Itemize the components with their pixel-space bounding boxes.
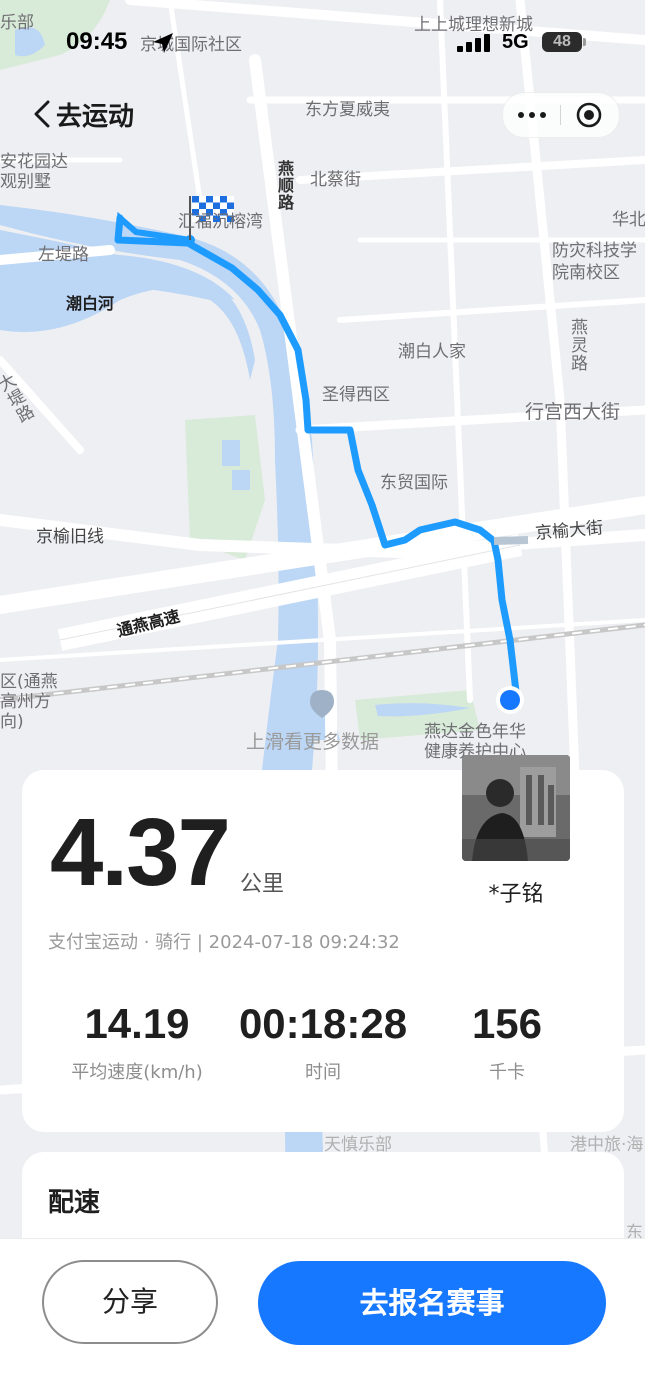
pace-title: 配速: [48, 1188, 101, 1218]
signal-icon: [457, 34, 490, 52]
map-label: 燕灵路: [567, 318, 587, 372]
battery-icon: 48: [542, 32, 582, 52]
time-value: 00:18:28: [238, 1000, 408, 1047]
avatar[interactable]: [462, 755, 570, 861]
target-icon: [576, 102, 602, 128]
bottom-action-bar: 分享 去报名赛事: [0, 1238, 645, 1399]
map-label: 行宫西大街: [525, 401, 621, 423]
map-label: 左堤路: [38, 245, 89, 265]
stat-calories: 156 千卡: [442, 1000, 572, 1084]
map-label: 潮白人家: [398, 342, 466, 362]
more-icon: [518, 112, 546, 118]
map-label: 区(通燕高州方向): [0, 672, 58, 732]
map-label: 潮白河: [66, 294, 115, 313]
battery-level: 48: [553, 33, 571, 50]
map-label: 东方夏威夷: [305, 100, 390, 120]
distance-value: 4.37: [50, 799, 231, 906]
map-label: 北蔡街: [310, 170, 361, 190]
map-label: 安花园达观别墅: [0, 152, 68, 192]
distance-unit: 公里: [240, 872, 285, 897]
avatar-image: [462, 755, 570, 861]
battery-cap: [583, 38, 586, 46]
chevron-left-icon: [34, 100, 50, 128]
map-label: 燕顺路: [275, 160, 294, 211]
map-label: 华北: [612, 210, 645, 230]
map-label: 东贸国际: [380, 473, 448, 493]
status-bar: 09:45 5G 48: [0, 0, 645, 90]
user-name: *子铭: [488, 882, 544, 907]
time-label: 时间: [305, 1062, 341, 1083]
more-button[interactable]: [503, 93, 560, 137]
stat-time: 00:18:28 时间: [228, 1000, 418, 1084]
speed-label: 平均速度(km/h): [71, 1062, 203, 1083]
workout-meta: 支付宝运动 · 骑行 | 2024-07-18 09:24:32: [48, 932, 400, 953]
calories-label: 千卡: [489, 1062, 525, 1083]
mini-app-capsule: [502, 92, 620, 138]
map-label: 防灾科技学院南校区: [552, 241, 637, 283]
calories-value: 156: [471, 1000, 543, 1047]
map-label: 汇福沉榕湾: [178, 212, 263, 232]
share-button[interactable]: 分享: [42, 1260, 218, 1344]
page-title: 去运动: [56, 102, 135, 132]
close-miniapp-button[interactable]: [561, 93, 619, 137]
speed-value: 14.19: [84, 1000, 190, 1047]
swipe-hint: 上滑看更多数据: [246, 731, 380, 753]
location-arrow-icon: [153, 33, 173, 53]
map-label: 圣得西区: [322, 385, 390, 405]
status-time: 09:45: [66, 28, 128, 55]
map-label: 京榆旧线: [36, 527, 104, 547]
signup-race-button[interactable]: 去报名赛事: [258, 1261, 606, 1345]
stat-speed: 14.19 平均速度(km/h): [62, 1000, 212, 1084]
network-type: 5G: [502, 31, 529, 53]
